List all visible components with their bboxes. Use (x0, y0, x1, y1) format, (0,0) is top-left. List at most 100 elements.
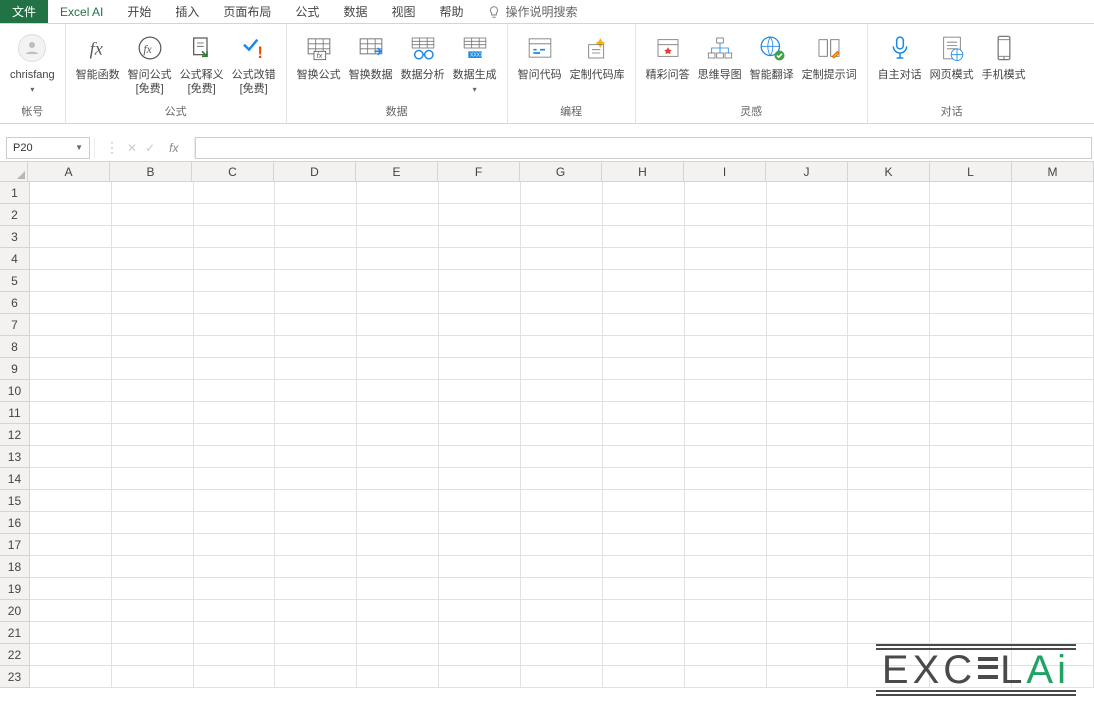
cell[interactable] (521, 600, 603, 622)
tab-formulas[interactable]: 公式 (283, 0, 331, 23)
cell[interactable] (1012, 468, 1094, 490)
cell[interactable] (685, 248, 767, 270)
cell[interactable] (767, 622, 849, 644)
cell[interactable] (194, 270, 276, 292)
cell[interactable] (603, 380, 685, 402)
cell[interactable] (603, 490, 685, 512)
cell[interactable] (848, 292, 930, 314)
cell[interactable] (603, 666, 685, 688)
phone-mode-button[interactable]: 手机模式 (978, 26, 1030, 82)
cell[interactable] (521, 314, 603, 336)
cell[interactable] (439, 402, 521, 424)
cell[interactable] (30, 600, 112, 622)
cell[interactable] (439, 182, 521, 204)
cell[interactable] (930, 358, 1012, 380)
cell[interactable] (603, 468, 685, 490)
cell[interactable] (603, 512, 685, 534)
cell[interactable] (521, 292, 603, 314)
cell[interactable] (521, 556, 603, 578)
cell[interactable] (275, 336, 357, 358)
cell[interactable] (194, 468, 276, 490)
cell[interactable] (30, 556, 112, 578)
cell[interactable] (30, 314, 112, 336)
cell[interactable] (930, 226, 1012, 248)
cell[interactable] (30, 182, 112, 204)
cell[interactable] (603, 182, 685, 204)
cell[interactable] (521, 270, 603, 292)
cell[interactable] (930, 424, 1012, 446)
cell[interactable] (357, 402, 439, 424)
tab-help[interactable]: 帮助 (427, 0, 475, 23)
cell[interactable] (848, 402, 930, 424)
formula-meaning-button[interactable]: 公式释义 [免费] (176, 26, 228, 96)
cell[interactable] (930, 534, 1012, 556)
cell[interactable] (767, 556, 849, 578)
column-header[interactable]: J (766, 162, 848, 181)
cell[interactable] (357, 468, 439, 490)
cell[interactable] (685, 600, 767, 622)
cell[interactable] (112, 292, 194, 314)
cell[interactable] (685, 380, 767, 402)
cell[interactable] (685, 468, 767, 490)
tab-excel-ai[interactable]: Excel AI (48, 0, 115, 23)
cell[interactable] (357, 314, 439, 336)
cell[interactable] (194, 358, 276, 380)
swap-data-button[interactable]: 智换数据 (345, 26, 397, 82)
cell[interactable] (275, 512, 357, 534)
cell[interactable] (357, 490, 439, 512)
cell[interactable] (848, 512, 930, 534)
cell[interactable] (357, 446, 439, 468)
row-header[interactable]: 21 (0, 622, 30, 644)
cell[interactable] (521, 182, 603, 204)
row-header[interactable]: 1 (0, 182, 30, 204)
cell[interactable] (521, 358, 603, 380)
tell-me-search[interactable]: 操作说明搜索 (475, 0, 589, 23)
cell[interactable] (767, 666, 849, 688)
web-mode-button[interactable]: 网页模式 (926, 26, 978, 82)
cell[interactable] (112, 446, 194, 468)
cell[interactable] (603, 336, 685, 358)
cell[interactable] (930, 468, 1012, 490)
cell[interactable] (30, 336, 112, 358)
cell[interactable] (1012, 666, 1094, 688)
cell[interactable] (275, 204, 357, 226)
cell[interactable] (194, 248, 276, 270)
cell[interactable] (603, 292, 685, 314)
cell[interactable] (767, 446, 849, 468)
row-header[interactable]: 7 (0, 314, 30, 336)
cell[interactable] (521, 644, 603, 666)
cell[interactable] (767, 490, 849, 512)
cell[interactable] (275, 468, 357, 490)
cell[interactable] (30, 578, 112, 600)
cell[interactable] (439, 292, 521, 314)
cell[interactable] (439, 468, 521, 490)
tab-page-layout[interactable]: 页面布局 (211, 0, 283, 23)
cell[interactable] (357, 270, 439, 292)
cell[interactable] (275, 666, 357, 688)
cell[interactable] (439, 600, 521, 622)
cell[interactable] (685, 270, 767, 292)
row-header[interactable]: 17 (0, 534, 30, 556)
cell[interactable] (521, 468, 603, 490)
cell[interactable] (275, 446, 357, 468)
column-header[interactable]: L (930, 162, 1012, 181)
cell[interactable] (1012, 512, 1094, 534)
cell[interactable] (767, 314, 849, 336)
cell[interactable] (112, 380, 194, 402)
cell[interactable] (439, 578, 521, 600)
cell[interactable] (439, 204, 521, 226)
cell[interactable] (848, 446, 930, 468)
cell[interactable] (603, 314, 685, 336)
data-generate-button[interactable]: XXXX 数据生成▾ (449, 26, 501, 97)
column-header[interactable]: K (848, 162, 930, 181)
cell[interactable] (848, 644, 930, 666)
cell[interactable] (30, 204, 112, 226)
cell[interactable] (357, 578, 439, 600)
cell[interactable] (685, 446, 767, 468)
column-header[interactable]: G (520, 162, 602, 181)
column-header[interactable]: I (684, 162, 766, 181)
cell[interactable] (30, 468, 112, 490)
cell[interactable] (930, 578, 1012, 600)
data-analysis-button[interactable]: 数据分析 (397, 26, 449, 82)
cell[interactable] (848, 380, 930, 402)
